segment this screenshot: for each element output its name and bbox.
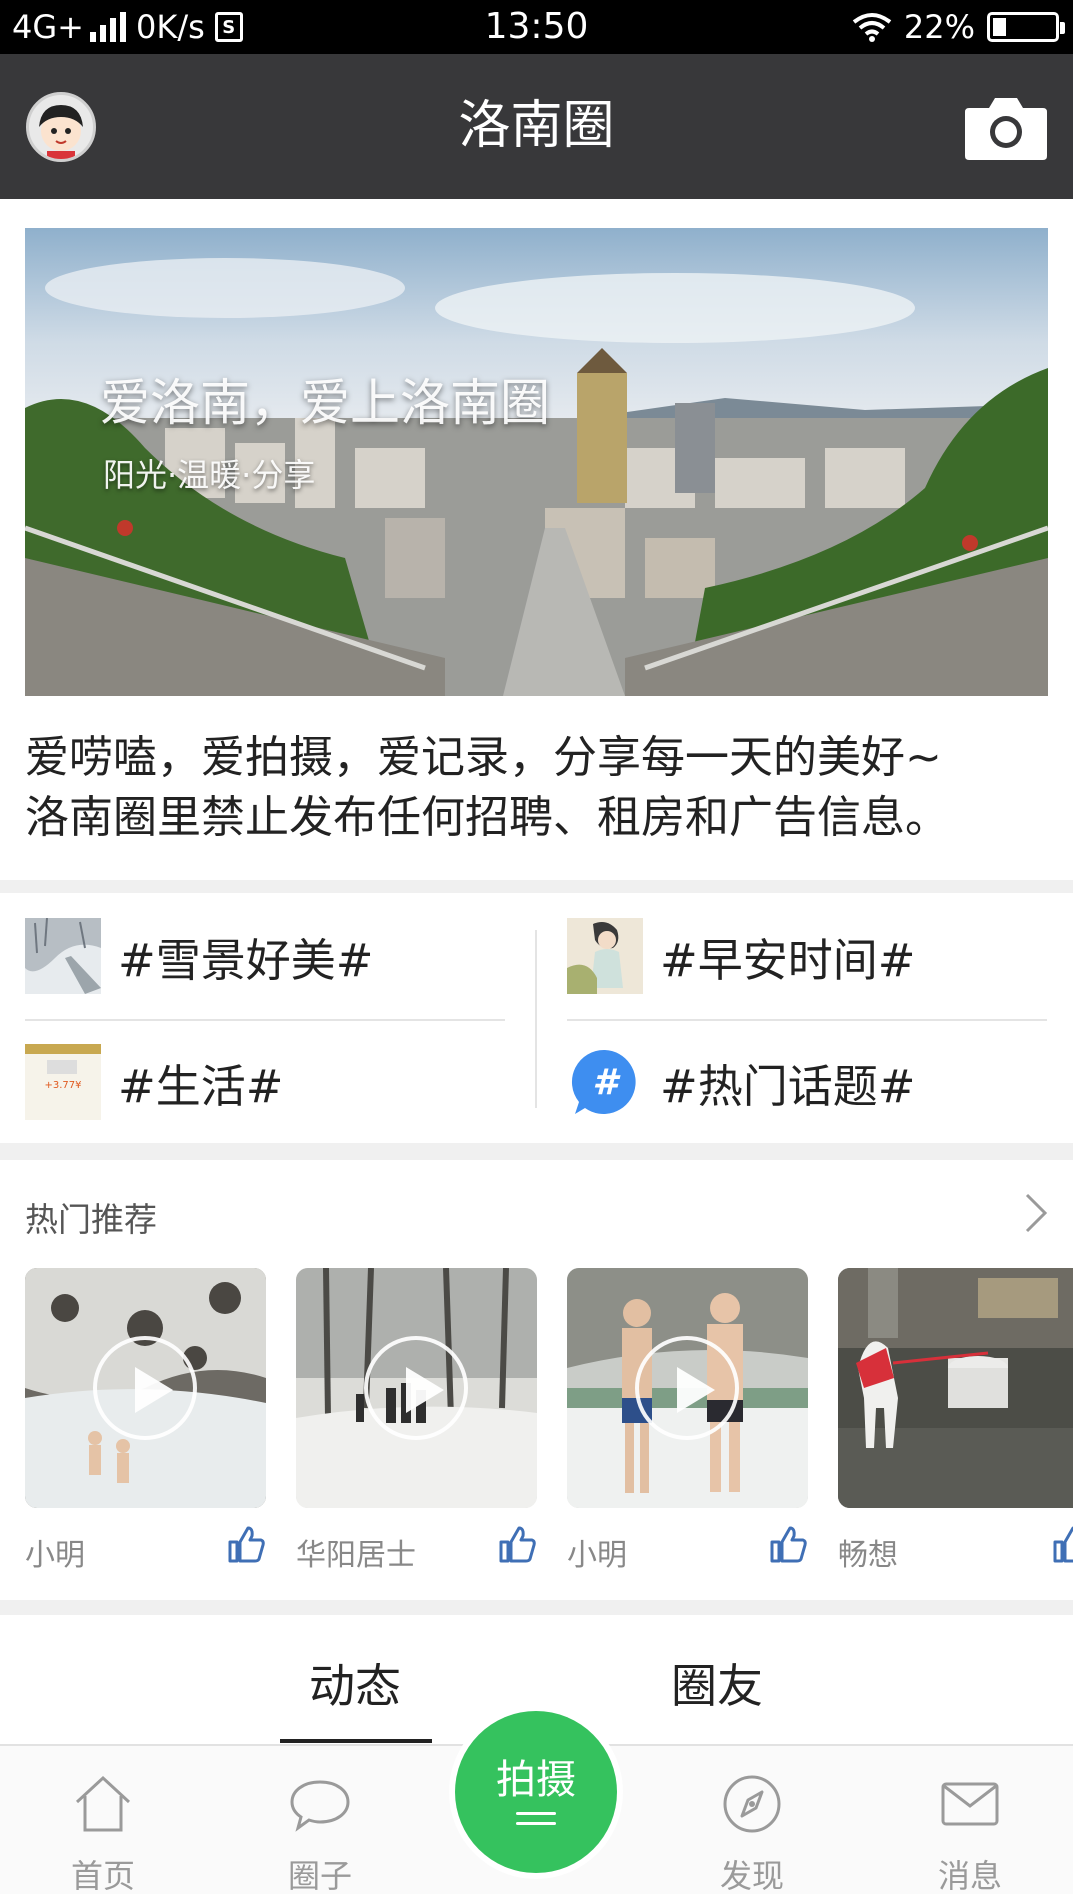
thumbs-up-icon[interactable] [1051, 1524, 1073, 1564]
topic-thumbnail [25, 918, 101, 994]
nav-item-messages[interactable]: 消息 [910, 1746, 1030, 1894]
thumbs-up-icon[interactable] [768, 1524, 808, 1564]
circle-description: 爱唠嗑，爱拍摄，爱记录，分享每一天的美好~ 洛南圈里禁止发布任何招聘、租房和广告… [25, 728, 1055, 848]
tab-friends[interactable]: 圈友 [671, 1650, 763, 1716]
hashtag-icon: # [567, 1044, 643, 1120]
hot-card[interactable]: 华阳居士 [296, 1268, 537, 1573]
status-bar: 4G+ 0K/s S 13:50 22% [0, 0, 1073, 54]
battery-percent: 22% [903, 8, 975, 46]
app-header: 洛南圈 [0, 54, 1073, 199]
topic-thumbnail [567, 918, 643, 994]
image-thumbnail[interactable] [838, 1268, 1073, 1508]
nav-label: 发现 [719, 1857, 784, 1894]
video-thumbnail[interactable] [25, 1268, 266, 1508]
divider-line [567, 1019, 1047, 1021]
compass-icon [723, 1775, 781, 1833]
video-thumbnail[interactable] [296, 1268, 537, 1508]
description-line: 洛南圈里禁止发布任何招聘、租房和广告信息。 [25, 792, 949, 843]
topic-label: #雪景好美# [118, 933, 374, 987]
snow-sculpture-image [838, 1268, 1073, 1508]
banner-subtitle: 阳光·温暖·分享 [103, 456, 316, 494]
shoot-label: 拍摄 [496, 1757, 576, 1803]
nav-label: 圈子 [287, 1857, 352, 1894]
thumb-amount: +3.77¥ [44, 1080, 82, 1091]
play-icon[interactable] [635, 1336, 739, 1440]
author-name: 小明 [567, 1538, 627, 1573]
thumb-header [25, 1044, 101, 1054]
topic-label: #早安时间# [660, 933, 916, 987]
author-name: 畅想 [838, 1538, 898, 1571]
description-line: 爱唠嗑，爱拍摄，爱记录，分享每一天的美好~ [25, 732, 942, 783]
thumbs-up-icon[interactable] [497, 1524, 537, 1564]
battery-level [993, 18, 1006, 36]
snow-road-image [25, 918, 101, 994]
divider-line [535, 930, 537, 1108]
nav-label: 首页 [70, 1857, 135, 1894]
topic-label: #生活# [118, 1059, 284, 1113]
author-name: 小明 [25, 1538, 85, 1573]
author-name: 华阳居士 [296, 1538, 416, 1573]
nav-label: 消息 [937, 1857, 1002, 1894]
topic-thumbnail: +3.77¥ [25, 1044, 101, 1120]
chevron-right-icon[interactable] [1021, 1192, 1051, 1234]
play-icon[interactable] [93, 1336, 197, 1440]
section-divider [0, 1600, 1073, 1615]
page-title: 洛南圈 [458, 96, 615, 156]
hashtag-symbol: # [592, 1062, 621, 1103]
topic-item[interactable]: #早安时间# [567, 918, 915, 994]
hashtag-bubble-icon: # [571, 1049, 636, 1114]
section-divider [0, 1143, 1073, 1160]
status-right: 22% [852, 0, 1065, 54]
battery-icon [987, 12, 1065, 42]
nav-item-discover[interactable]: 发现 [692, 1746, 812, 1894]
tab-feed[interactable]: 动态 [309, 1650, 401, 1716]
banner-title: 爱洛南，爱上洛南圈 [100, 374, 550, 432]
topic-item[interactable]: #雪景好美# [25, 918, 373, 994]
thumbs-up-icon[interactable] [226, 1524, 266, 1564]
banner-image[interactable]: 爱洛南，爱上洛南圈 阳光·温暖·分享 [25, 228, 1048, 696]
envelope-icon [941, 1782, 999, 1826]
hot-section-title: 热门推荐 [25, 1200, 157, 1239]
shoot-button[interactable]: 拍摄 [455, 1711, 617, 1873]
topic-label: #热门话题# [660, 1059, 916, 1113]
girl-illustration-image [567, 918, 643, 994]
shoot-line [516, 1812, 556, 1815]
thumb-avatar [47, 1060, 77, 1074]
shoot-line [516, 1822, 556, 1825]
topic-item[interactable]: # #热门话题# [567, 1044, 915, 1120]
nav-item-circles[interactable]: 圈子 [260, 1746, 380, 1894]
chat-bubble-icon [290, 1780, 350, 1832]
active-tab-indicator [280, 1739, 432, 1743]
play-icon[interactable] [364, 1336, 468, 1440]
divider-line [25, 1019, 505, 1021]
topic-item[interactable]: +3.77¥ #生活# [25, 1044, 283, 1120]
wifi-icon [852, 13, 892, 42]
nav-item-home[interactable]: 首页 [43, 1746, 163, 1894]
hot-card[interactable]: 小明 [25, 1268, 266, 1573]
camera-icon[interactable] [965, 94, 1047, 160]
home-icon [75, 1775, 131, 1832]
section-divider [0, 880, 1073, 893]
hot-card[interactable]: 小明 [567, 1268, 808, 1573]
hot-card[interactable]: 畅想 [838, 1268, 1073, 1571]
video-thumbnail[interactable] [567, 1268, 808, 1508]
